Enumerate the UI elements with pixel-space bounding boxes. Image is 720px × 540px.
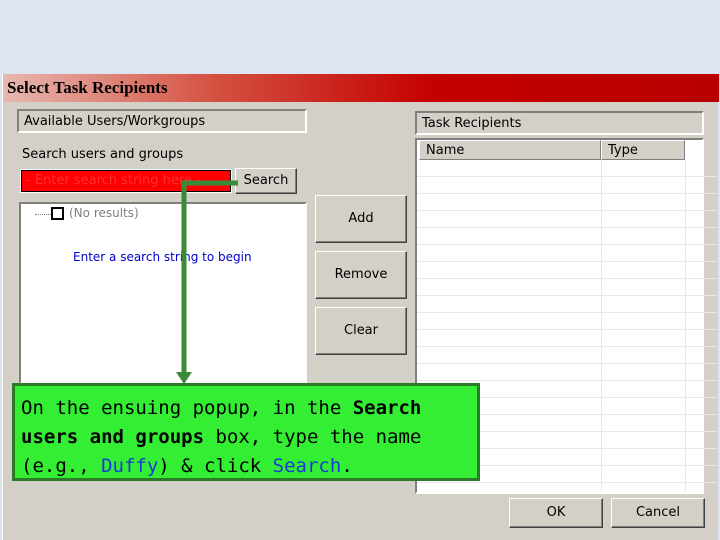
arrow-line: [181, 180, 238, 374]
instruction-callout: On the ensuing popup, in the Search user…: [12, 383, 480, 481]
callout-text: ) & click: [158, 455, 273, 477]
callout-users-strong: users and groups: [21, 426, 205, 448]
callout-search-blue: Search: [272, 455, 342, 477]
callout-text: On the ensuing popup, in the: [21, 397, 353, 419]
callout-text: .: [341, 455, 353, 477]
callout-search-strong: Search: [352, 397, 422, 419]
callout-example: Duffy: [101, 455, 159, 477]
